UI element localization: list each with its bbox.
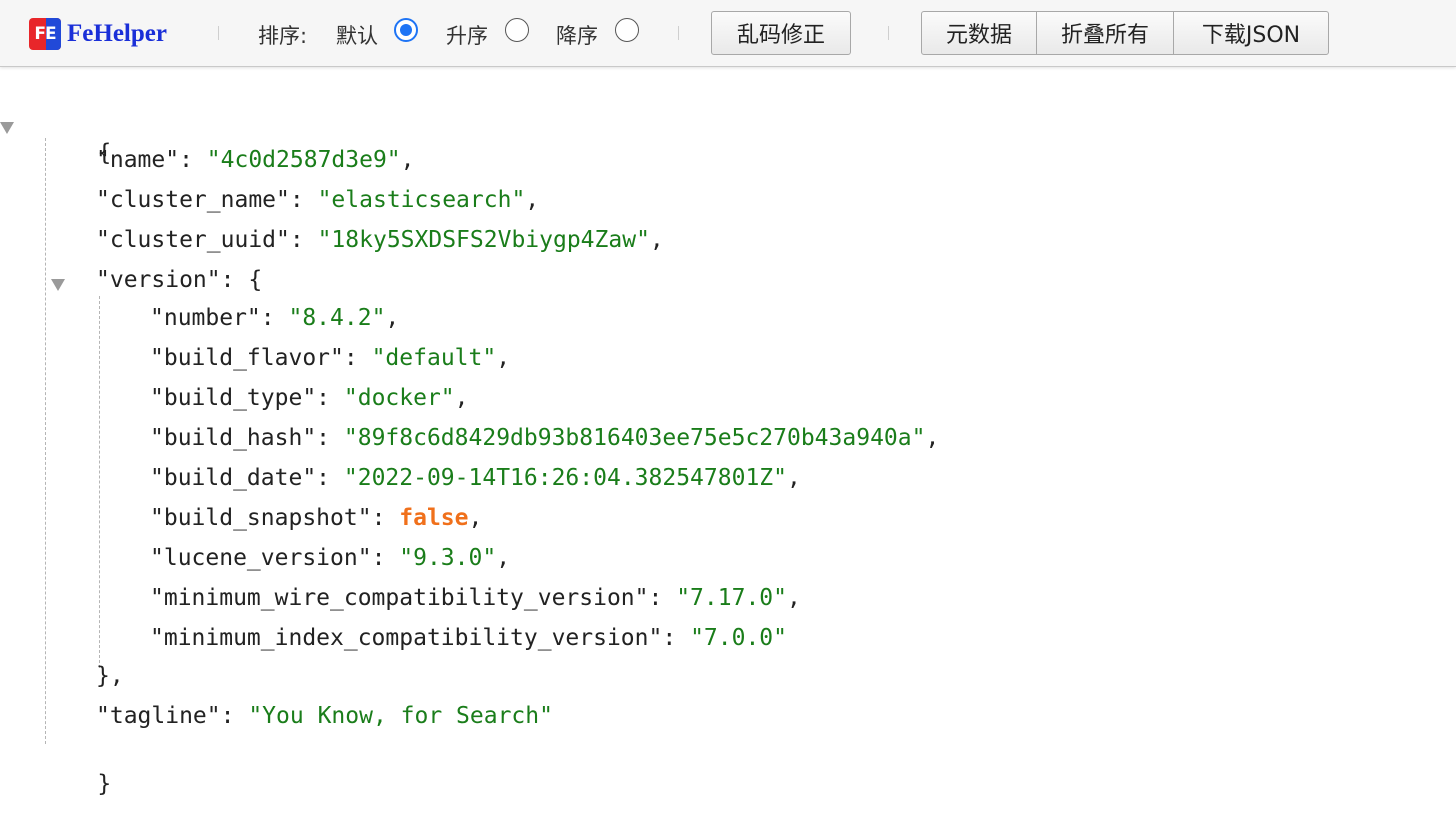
json-entry-build-snapshot: "build_snapshot": false,	[150, 505, 483, 531]
json-value: "8.4.2"	[288, 305, 386, 331]
root-open-brace: {	[97, 140, 112, 166]
json-key: "build_flavor"	[150, 345, 344, 371]
json-value: "4c0d2587d3e9"	[206, 147, 401, 173]
sort-asc-radio[interactable]	[505, 18, 529, 42]
sort-desc-label: 降序	[556, 24, 598, 48]
json-value: "2022-09-14T16:26:04.382547801Z"	[343, 465, 787, 491]
json-value: "9.3.0"	[399, 545, 497, 571]
json-key: "number"	[150, 305, 261, 331]
json-value: "default"	[371, 345, 497, 371]
sort-label: 排序:	[258, 24, 308, 48]
json-value: "7.17.0"	[676, 585, 787, 611]
json-value: "elasticsearch"	[317, 187, 526, 213]
sort-default-label: 默认	[336, 24, 378, 48]
json-key: "lucene_version"	[150, 545, 372, 571]
json-viewer: { "name": "4c0d2587d3e9", "cluster_name"…	[0, 66, 1456, 824]
json-entry-version: "version": {	[96, 267, 263, 293]
root-indent-guide	[45, 138, 46, 744]
json-key: "minimum_index_compatibility_version"	[150, 625, 663, 651]
json-entry-minimum-wire-compatibility-version: "minimum_wire_compatibility_version": "7…	[150, 585, 801, 611]
fix-encoding-button[interactable]: 乱码修正	[711, 11, 851, 55]
json-value: "89f8c6d8429db93b816403ee75e5c270b43a940…	[343, 425, 926, 451]
toolbar-divider	[888, 26, 889, 40]
json-entry-cluster-uuid: "cluster_uuid": "18ky5SXDSFS2Vbiygp4Zaw"…	[96, 227, 664, 253]
json-key: "build_date"	[150, 465, 317, 491]
json-entry-build-date: "build_date": "2022-09-14T16:26:04.38254…	[150, 465, 801, 491]
json-key: "cluster_name"	[96, 187, 290, 213]
toolbar-divider	[678, 26, 679, 40]
json-entry-name: "name": "4c0d2587d3e9",	[96, 147, 415, 173]
toolbar-divider	[218, 26, 219, 40]
json-key: "version"	[96, 267, 221, 293]
json-key: "name"	[96, 147, 180, 173]
collapse-version-toggle-icon[interactable]	[51, 279, 65, 291]
sort-asc-label: 升序	[446, 24, 488, 48]
json-entry-tagline: "tagline": "You Know, for Search"	[96, 703, 553, 729]
json-key: "build_hash"	[150, 425, 317, 451]
root-close-brace: }	[97, 771, 112, 797]
json-entry-build-hash: "build_hash": "89f8c6d8429db93b816403ee7…	[150, 425, 940, 451]
json-entry-minimum-index-compatibility-version: "minimum_index_compatibility_version": "…	[150, 625, 787, 651]
json-entry-build-flavor: "build_flavor": "default",	[150, 345, 511, 371]
download-json-button[interactable]: 下载JSON	[1173, 11, 1329, 55]
json-key: "build_type"	[150, 385, 317, 411]
json-entry-cluster-name: "cluster_name": "elasticsearch",	[96, 187, 540, 213]
json-value: "docker"	[343, 385, 455, 411]
metadata-button[interactable]: 元数据	[921, 11, 1037, 55]
sort-desc-radio[interactable]	[615, 18, 639, 42]
json-value: "You Know, for Search"	[248, 703, 553, 729]
version-indent-guide	[99, 296, 100, 668]
json-key: "cluster_uuid"	[96, 227, 290, 253]
collapse-all-button[interactable]: 折叠所有	[1036, 11, 1174, 55]
json-entry-number: "number": "8.4.2",	[150, 305, 400, 331]
json-key: "build_snapshot"	[150, 505, 372, 531]
fehelper-logo-icon: FE	[29, 18, 61, 50]
json-entry-build-type: "build_type": "docker",	[150, 385, 469, 411]
fehelper-logo: FE FeHelper	[29, 18, 167, 50]
logo-text: FeHelper	[67, 20, 167, 47]
json-key: "tagline"	[96, 703, 221, 729]
json-value: "7.0.0"	[690, 625, 787, 651]
json-entry-lucene-version: "lucene_version": "9.3.0",	[150, 545, 511, 571]
json-key: "minimum_wire_compatibility_version"	[150, 585, 649, 611]
json-value: false	[399, 505, 469, 531]
json-value: "18ky5SXDSFS2Vbiygp4Zaw"	[317, 227, 650, 253]
collapse-root-toggle-icon[interactable]	[0, 122, 14, 134]
version-close-brace: },	[96, 663, 124, 689]
sort-default-radio[interactable]	[394, 18, 418, 42]
toolbar: FE FeHelper 排序: 默认 升序 降序 乱码修正 元数据 折叠所有 下…	[0, 0, 1456, 67]
